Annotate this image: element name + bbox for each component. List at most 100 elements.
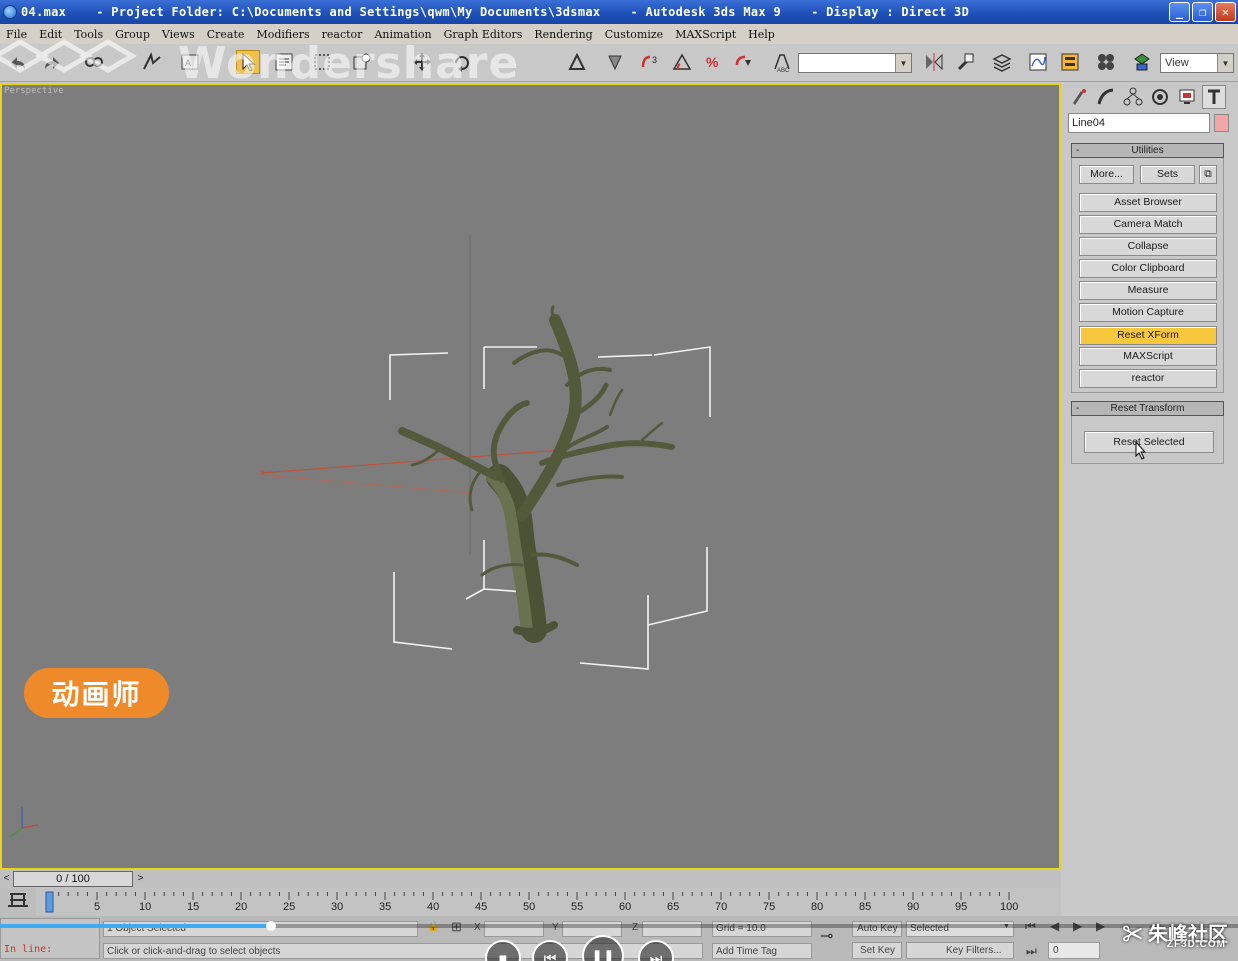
track-bar[interactable]: 5 10 15 20 25 30 35 40 45 50 55 60 65 70 75 80 85 90 95 100 (0, 888, 1061, 916)
tab-hierarchy-icon[interactable] (1121, 85, 1145, 109)
command-panel-tabs (1067, 85, 1231, 109)
spinner-snap-icon[interactable] (732, 50, 756, 74)
select-and-rotate-icon[interactable] (450, 50, 474, 74)
next-frame-icon[interactable]: > (134, 871, 147, 887)
select-and-move-icon[interactable] (410, 50, 434, 74)
window-controls: _ ❐ ✕ (1169, 2, 1236, 22)
collapse-icon: - (1076, 403, 1080, 414)
utilities-rollout-header[interactable]: - Utilities (1071, 143, 1224, 158)
bind-space-warp-icon[interactable] (140, 50, 164, 74)
mouse-cursor-icon (1135, 441, 1147, 460)
select-object-icon[interactable] (236, 50, 260, 74)
tab-utilities-icon[interactable] (1202, 85, 1226, 109)
object-color-swatch[interactable] (1214, 114, 1229, 132)
tab-create-icon[interactable] (1067, 85, 1091, 109)
previous-frame-icon[interactable]: < (0, 871, 13, 887)
menu-reactor[interactable]: reactor (316, 28, 369, 41)
maxscript-button[interactable]: MAXScript (1079, 347, 1217, 366)
select-by-name-icon[interactable] (272, 50, 296, 74)
select-and-manipulate-icon[interactable] (565, 50, 589, 74)
reset-transform-rollout-header[interactable]: - Reset Transform (1071, 401, 1224, 416)
reactor-button[interactable]: reactor (1079, 369, 1217, 388)
edit-named-selection-icon[interactable]: ABC (770, 50, 794, 74)
menu-views[interactable]: Views (156, 28, 201, 41)
menu-file[interactable]: File (0, 28, 33, 41)
named-selection-dropdown[interactable]: ▼ (798, 53, 912, 73)
menu-graph-editors[interactable]: Graph Editors (438, 28, 529, 41)
chevron-down-icon: ▼ (895, 54, 911, 72)
time-slider[interactable]: < 0 / 100 > (0, 870, 1061, 888)
utility-sets-button[interactable]: Sets (1140, 165, 1195, 184)
track-tick-label: 40 (427, 901, 440, 913)
chevron-down-icon: ▼ (1217, 54, 1233, 72)
key-mode-toggle-icon[interactable]: ⏭ (1026, 944, 1037, 959)
align-icon[interactable] (954, 50, 978, 74)
track-tick-label: 35 (379, 901, 392, 913)
menu-create[interactable]: Create (201, 28, 251, 41)
render-type-value: View (1165, 57, 1189, 69)
render-scene-icon[interactable] (1130, 50, 1154, 74)
percent-snap-icon[interactable]: % (702, 50, 726, 74)
menu-group[interactable]: Group (109, 28, 156, 41)
rectangular-selection-icon[interactable] (310, 50, 334, 74)
perspective-viewport[interactable]: Perspective x (0, 83, 1061, 870)
asset-browser-button[interactable]: Asset Browser (1079, 193, 1217, 212)
maximize-button[interactable]: ❐ (1192, 2, 1213, 22)
svg-text:3: 3 (652, 55, 657, 65)
camera-match-button[interactable]: Camera Match (1079, 215, 1217, 234)
menu-tools[interactable]: Tools (68, 28, 109, 41)
track-tick-label: 75 (763, 901, 776, 913)
layer-manager-icon[interactable] (990, 50, 1014, 74)
menu-rendering[interactable]: Rendering (528, 28, 598, 41)
window-crossing-icon[interactable] (350, 50, 374, 74)
x-axis-letter: x (260, 467, 265, 477)
tab-modify-icon[interactable] (1094, 85, 1118, 109)
maxscript-listener-label[interactable]: In line: (4, 944, 52, 955)
site-logo-icon: ✂ (1122, 924, 1143, 946)
material-editor-icon[interactable] (1094, 50, 1118, 74)
tab-motion-icon[interactable] (1148, 85, 1172, 109)
undo-icon[interactable] (6, 50, 30, 74)
menu-customize[interactable]: Customize (599, 28, 669, 41)
time-slider-thumb[interactable]: 0 / 100 (13, 871, 133, 887)
track-tick-label: 95 (955, 901, 968, 913)
color-clipboard-button[interactable]: Color Clipboard (1079, 259, 1217, 278)
video-progress-bar[interactable] (0, 921, 1238, 931)
mirror-icon[interactable] (922, 50, 946, 74)
select-and-link-icon[interactable] (82, 50, 106, 74)
object-name-field[interactable]: Line04 (1068, 113, 1210, 133)
redo-icon[interactable] (40, 50, 64, 74)
keyboard-shortcut-override-icon[interactable] (603, 50, 627, 74)
more-utilities-button[interactable]: More... (1079, 165, 1134, 184)
menu-bar: File Edit Tools Group Views Create Modif… (0, 24, 1238, 44)
app-icon[interactable] (3, 5, 17, 19)
set-key-button[interactable]: Set Key (860, 945, 895, 956)
menu-help[interactable]: Help (742, 28, 781, 41)
snaps-toggle-icon[interactable]: 3 (638, 50, 662, 74)
selection-filter-icon[interactable]: A (178, 50, 202, 74)
close-button[interactable]: ✕ (1215, 2, 1236, 22)
reset-xform-button[interactable]: Reset XForm (1079, 326, 1217, 345)
curve-editor-icon[interactable] (1026, 50, 1050, 74)
schematic-view-icon[interactable] (1058, 50, 1082, 74)
menu-maxscript[interactable]: MAXScript (669, 28, 742, 41)
add-time-tag[interactable]: Add Time Tag (716, 946, 777, 957)
menu-edit[interactable]: Edit (33, 28, 68, 41)
collapse-button[interactable]: Collapse (1079, 237, 1217, 256)
key-filters-button[interactable]: Key Filters... (946, 945, 1002, 956)
menu-modifiers[interactable]: Modifiers (250, 28, 315, 41)
tab-display-icon[interactable] (1175, 85, 1199, 109)
measure-button[interactable]: Measure (1079, 281, 1217, 300)
command-panel: Line04 - Utilities More... Sets ⧉ Asset … (1063, 83, 1238, 905)
angle-snap-icon[interactable] (670, 50, 694, 74)
track-tick-label: 20 (235, 901, 248, 913)
configure-sets-icon[interactable]: ⧉ (1199, 165, 1217, 184)
minimize-button[interactable]: _ (1169, 2, 1190, 22)
track-tick-label: 25 (283, 901, 296, 913)
key-icon[interactable]: ⊸ (820, 926, 833, 946)
site-domain: ZF3D.COM (1166, 939, 1226, 950)
motion-capture-button[interactable]: Motion Capture (1079, 303, 1217, 322)
render-type-dropdown[interactable]: View ▼ (1160, 53, 1234, 73)
menu-animation[interactable]: Animation (368, 28, 437, 41)
reset-selected-button[interactable]: Reset Selected (1084, 431, 1214, 453)
